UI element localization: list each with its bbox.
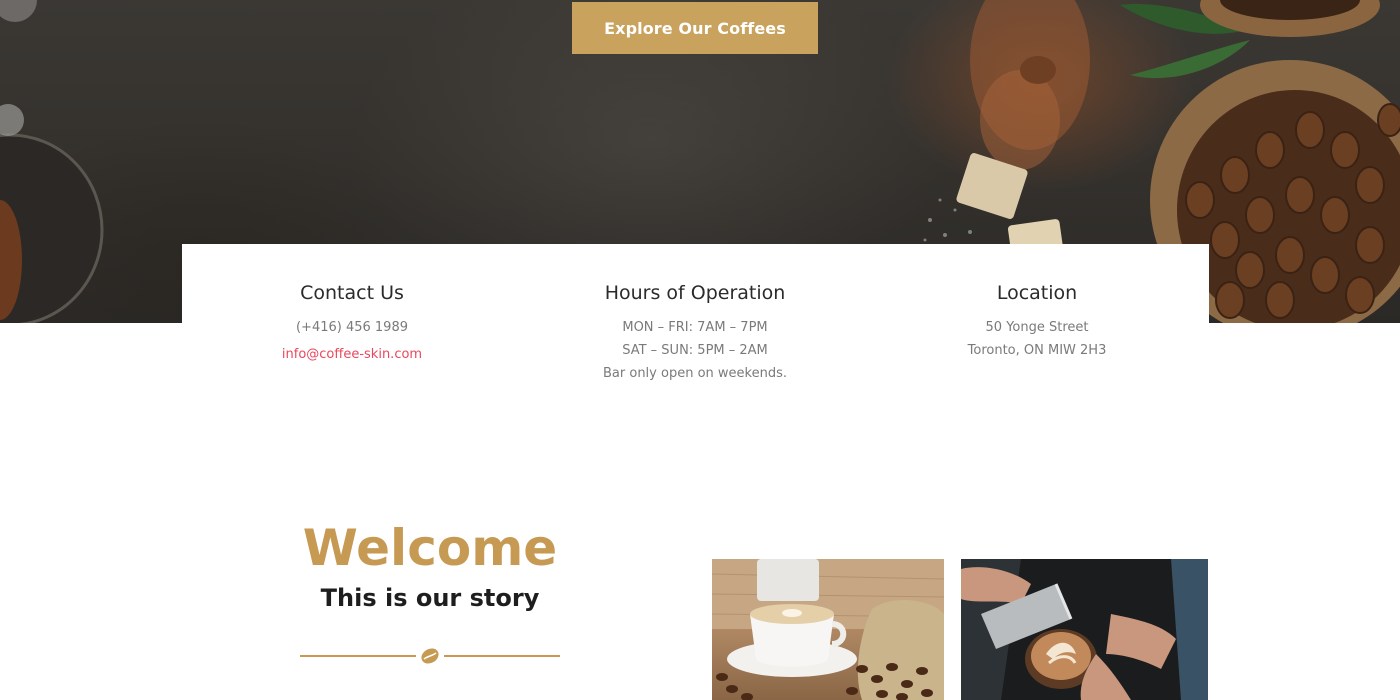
coffee-bean-icon: [421, 648, 439, 664]
welcome-subtitle: This is our story: [320, 584, 540, 612]
coffee-cup-photo: [712, 559, 944, 700]
info-card: Contact Us (+416) 456 1989 info@coffee-s…: [182, 244, 1209, 414]
hours-weekdays: MON – FRI: 7AM – 7PM: [622, 320, 768, 335]
location-column: Location 50 Yonge Street Toronto, ON MIW…: [937, 282, 1137, 362]
hours-weekends: SAT – SUN: 5PM – 2AM: [622, 343, 768, 358]
contact-email-link[interactable]: info@coffee-skin.com: [282, 347, 422, 362]
location-city: Toronto, ON MIW 2H3: [967, 343, 1107, 358]
explore-coffees-button[interactable]: Explore Our Coffees: [572, 2, 818, 54]
contact-title: Contact Us: [300, 282, 404, 304]
coffee-bean-divider: [300, 648, 560, 664]
location-title: Location: [996, 282, 1078, 304]
hours-column: Hours of Operation MON – FRI: 7AM – 7PM …: [575, 282, 815, 385]
location-street: 50 Yonge Street: [985, 320, 1089, 335]
hours-note: Bar only open on weekends.: [603, 366, 787, 381]
hours-title: Hours of Operation: [604, 282, 786, 304]
contact-phone: (+416) 456 1989: [295, 320, 408, 335]
contact-column: Contact Us (+416) 456 1989 info@coffee-s…: [252, 282, 452, 363]
barista-latte-art-photo: [961, 559, 1208, 700]
welcome-title: Welcome: [302, 519, 558, 577]
